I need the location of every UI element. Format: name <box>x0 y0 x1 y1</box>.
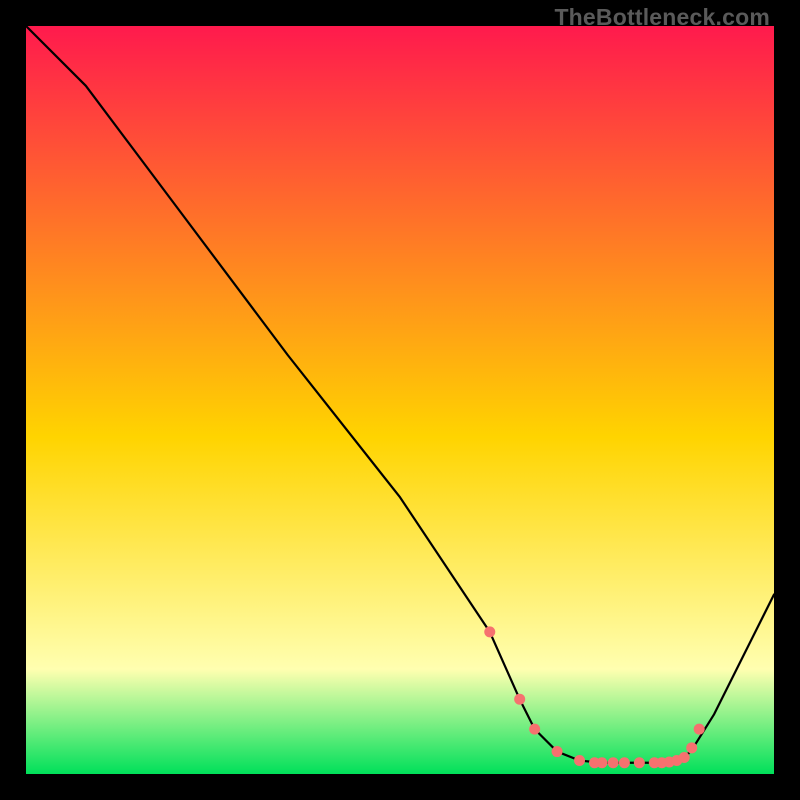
data-marker <box>552 746 563 757</box>
heatmap-background <box>26 26 774 774</box>
data-marker <box>574 755 585 766</box>
data-marker <box>619 757 630 768</box>
chart-frame: TheBottleneck.com <box>0 0 800 800</box>
data-marker <box>679 752 690 763</box>
data-marker <box>484 626 495 637</box>
data-marker <box>634 757 645 768</box>
data-marker <box>596 757 607 768</box>
data-marker <box>514 694 525 705</box>
data-marker <box>529 724 540 735</box>
data-marker <box>686 742 697 753</box>
plot-area <box>26 26 774 774</box>
bottleneck-curve-chart <box>26 26 774 774</box>
data-marker <box>608 757 619 768</box>
data-marker <box>694 724 705 735</box>
watermark-text: TheBottleneck.com <box>554 4 770 31</box>
